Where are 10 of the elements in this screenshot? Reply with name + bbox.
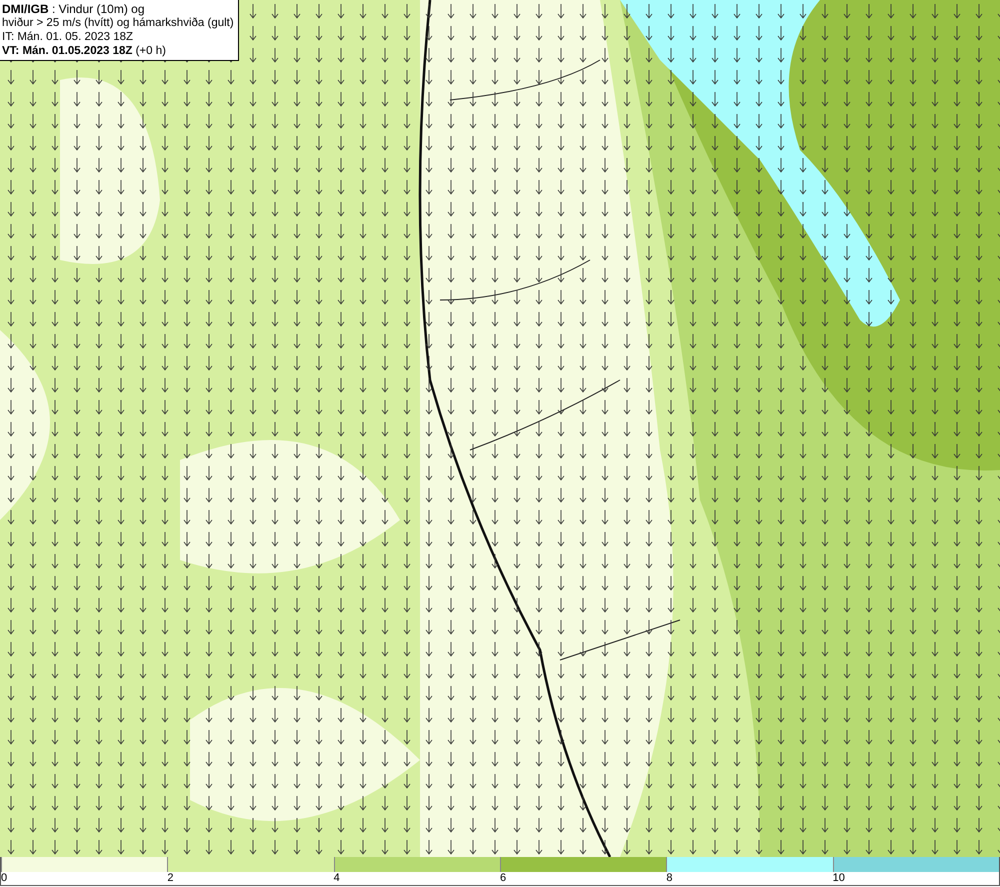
scale-tick: 4 [334, 872, 340, 885]
scale-tick: 10 [832, 872, 845, 885]
caption-line: IT: Mán. 01. 05. 2023 18Z [2, 30, 134, 44]
scale-tick: 6 [500, 872, 506, 885]
scale-tick: 8 [666, 872, 672, 885]
caption-line: hviður > 25 m/s (hvítt) og hámarkshviða (gult) [2, 16, 234, 30]
caption-line: VT: Mán. 01.05.2023 18Z (+0 h) [2, 44, 167, 58]
caption-line: DMI/IGB : Vindur (10m) og [2, 2, 146, 16]
scale-tick: 2 [167, 872, 174, 885]
scale-tick: 0 [1, 872, 8, 885]
